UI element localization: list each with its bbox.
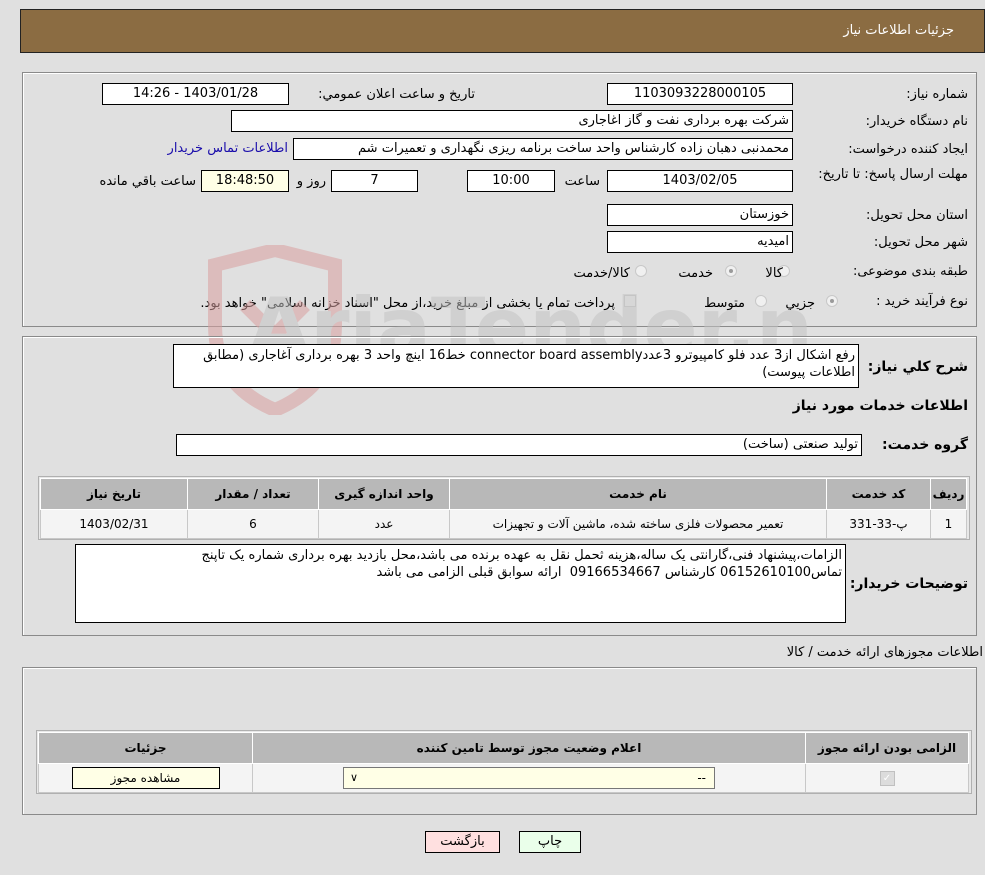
- col-row-number: ردیف: [930, 478, 967, 510]
- col-service-name: نام خدمت: [449, 478, 827, 510]
- process-option-medium: متوسط: [704, 296, 745, 311]
- cell-unit: عدد: [318, 509, 450, 539]
- treasury-checkbox[interactable]: [624, 295, 636, 307]
- requester-field: محمدنبی دهبان زاده کارشناس واحد ساخت برن…: [293, 138, 793, 160]
- col-unit: واحد اندازه گیری: [318, 478, 450, 510]
- services-table: ردیف کد خدمت نام خدمت واحد اندازه گیری ت…: [40, 478, 967, 539]
- category-label: طبقه بندی موضوعی:: [852, 264, 968, 279]
- buyer-contact-link[interactable]: اطلاعات تماس خریدار: [168, 141, 288, 156]
- deadline-time-label: ساعت: [564, 174, 600, 189]
- permits-header-row: الزامی بودن ارائه مجوز اعلام وضعیت مجوز …: [38, 732, 969, 764]
- back-button[interactable]: بازگشت: [425, 831, 500, 853]
- services-title: اطلاعات خدمات مورد نیاز: [792, 398, 968, 414]
- col-service-code: کد خدمت: [826, 478, 931, 510]
- col-quantity: تعداد / مقدار: [187, 478, 319, 510]
- table-row: ✓ -- ∨ مشاهده مجوز: [38, 763, 969, 793]
- services-header-row: ردیف کد خدمت نام خدمت واحد اندازه گیری ت…: [40, 478, 967, 510]
- category-radio-service[interactable]: [725, 265, 737, 277]
- permits-title: اطلاعات مجوزهای ارائه خدمت / کالا: [786, 645, 983, 660]
- service-group-label: گروه خدمت:: [882, 437, 968, 453]
- announce-label: تاریخ و ساعت اعلان عمومي:: [318, 87, 475, 102]
- process-radio-medium[interactable]: [755, 295, 767, 307]
- permit-status-value: --: [697, 771, 706, 785]
- cell-quantity: 6: [187, 509, 319, 539]
- province-label: استان محل تحویل:: [866, 208, 968, 223]
- buyer-org-field: شرکت بهره برداری نفت و گاز اغاجاری: [231, 110, 793, 132]
- col-permit-status: اعلام وضعیت مجوز توسط تامین کننده: [252, 732, 806, 764]
- category-option-goods-service: کالا/خدمت: [573, 266, 630, 281]
- print-button[interactable]: چاپ: [519, 831, 581, 853]
- process-radio-minor[interactable]: [826, 295, 838, 307]
- announce-datetime-field: 1403/01/28 - 14:26: [102, 83, 289, 105]
- cell-need-date: 1403/02/31: [40, 509, 188, 539]
- city-field: امیدیه: [607, 231, 793, 253]
- buyer-notes-textarea[interactable]: الزامات،پیشنهاد فنی،گارانتی یک ساله،هزین…: [75, 544, 846, 623]
- process-label: نوع فرآیند خرید :: [876, 294, 968, 309]
- page-title: جزئیات اطلاعات نیاز: [843, 23, 954, 38]
- need-number-field: 1103093228000105: [607, 83, 793, 105]
- page-header: جزئیات اطلاعات نیاز: [20, 9, 985, 53]
- buyer-notes-label: توضیحات خریدار:: [849, 576, 968, 592]
- cell-permit-status: -- ∨: [252, 763, 806, 793]
- cell-permit-required: ✓: [805, 763, 969, 793]
- treasury-checkbox-label: پرداخت تمام یا بخشی از مبلغ خرید،از محل …: [200, 296, 615, 311]
- process-option-minor: جزيي: [785, 296, 815, 311]
- description-label: شرح کلي نیاز:: [867, 359, 968, 375]
- cell-service-code: پ-33-331: [826, 509, 931, 539]
- description-textarea[interactable]: رفع اشکال از3 عدد فلو کامپیوترو 3عددconn…: [173, 344, 859, 388]
- city-label: شهر محل تحویل:: [873, 235, 968, 250]
- permit-status-select[interactable]: -- ∨: [343, 767, 715, 789]
- col-need-date: تاریخ نیاز: [40, 478, 188, 510]
- col-permit-details: جزئیات: [38, 732, 253, 764]
- deadline-date-field: 1403/02/05: [607, 170, 793, 192]
- category-option-service: خدمت: [678, 266, 713, 281]
- col-permit-required: الزامی بودن ارائه مجوز: [805, 732, 969, 764]
- cell-service-name: تعمیر محصولات فلزی ساخته شده، ماشین آلات…: [449, 509, 827, 539]
- deadline-time-field: 10:00: [467, 170, 555, 192]
- buyer-org-label: نام دستگاه خریدار:: [865, 114, 968, 129]
- remaining-days-field: 7: [331, 170, 418, 192]
- province-field: خوزستان: [607, 204, 793, 226]
- requester-label: ایجاد کننده درخواست:: [848, 142, 968, 157]
- view-permit-button[interactable]: مشاهده مجوز: [71, 767, 220, 789]
- days-label: روز و: [296, 174, 326, 189]
- category-radio-goods-service[interactable]: [635, 265, 647, 277]
- cell-permit-details: مشاهده مجوز: [38, 763, 253, 793]
- need-number-label: شماره نیاز:: [906, 87, 968, 102]
- service-group-field: تولید صنعتی (ساخت): [176, 434, 862, 456]
- category-option-goods: کالا: [765, 266, 783, 281]
- permit-required-checkbox[interactable]: ✓: [879, 771, 895, 786]
- remaining-label: ساعت باقي مانده: [99, 174, 196, 189]
- table-row: 1 پ-33-331 تعمیر محصولات فلزی ساخته شده،…: [40, 509, 967, 539]
- chevron-down-icon: ∨: [350, 771, 359, 784]
- deadline-label: مهلت ارسال پاسخ: تا تاریخ:: [818, 167, 968, 182]
- remaining-time-field: 18:48:50: [201, 170, 289, 192]
- permits-table: الزامی بودن ارائه مجوز اعلام وضعیت مجوز …: [38, 732, 969, 793]
- cell-row-number: 1: [930, 509, 967, 539]
